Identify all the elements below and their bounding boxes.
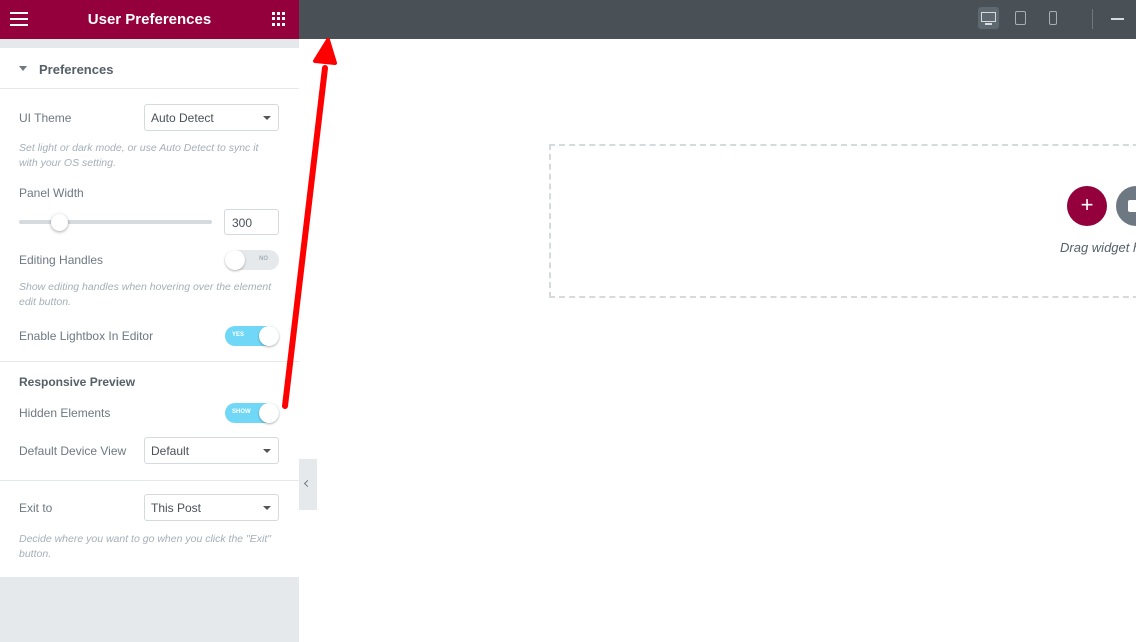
annotation-arrow-icon	[282, 38, 337, 409]
arrow-head	[313, 38, 337, 65]
arrow-shaft	[282, 65, 328, 409]
